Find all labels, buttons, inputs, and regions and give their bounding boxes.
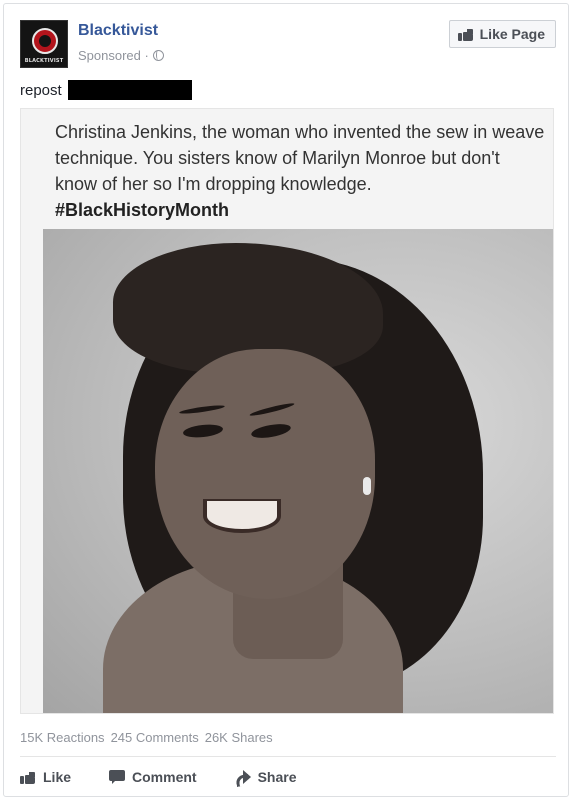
comment-icon <box>109 770 126 784</box>
image-quote: Christina Jenkins, the woman who invente… <box>55 119 545 223</box>
comment-button[interactable]: Comment <box>109 766 197 788</box>
page-avatar[interactable]: BLACKTIVIST <box>20 20 68 68</box>
thumbs-up-icon <box>20 770 36 784</box>
page-name-link[interactable]: Blacktivist <box>78 22 158 40</box>
sponsored-post-card: BLACKTIVIST Blacktivist Sponsored · Like… <box>3 3 569 797</box>
sponsored-label[interactable]: Sponsored · <box>78 48 149 63</box>
like-page-label: Like Page <box>479 26 545 42</box>
like-page-button[interactable]: Like Page <box>448 20 556 48</box>
portrait-face <box>155 349 375 599</box>
share-label: Share <box>257 769 297 785</box>
actions-divider <box>20 756 556 757</box>
portrait-photo <box>43 229 553 713</box>
post-meta: Sponsored · <box>78 48 164 63</box>
like-label: Like <box>43 769 72 785</box>
caption-text: repost <box>20 81 62 99</box>
thumbs-up-icon <box>457 27 474 41</box>
portrait-smile <box>203 499 281 533</box>
post-caption: repost <box>20 80 192 100</box>
portrait-earring <box>363 477 371 495</box>
avatar-brand-text: BLACKTIVIST <box>24 58 64 64</box>
logo-mark-icon <box>32 28 58 54</box>
comments-count[interactable]: 245 Comments <box>111 730 199 745</box>
engagement-counts: 15K Reactions 245 Comments 26K Shares <box>20 730 273 745</box>
share-button[interactable]: Share <box>235 766 297 788</box>
quote-text: Christina Jenkins, the woman who invente… <box>55 122 545 194</box>
like-button[interactable]: Like <box>20 766 71 788</box>
globe-icon <box>152 50 164 61</box>
reactions-count[interactable]: 15K Reactions <box>20 730 105 745</box>
shares-count[interactable]: 26K Shares <box>205 730 273 745</box>
hashtag-text: #BlackHistoryMonth <box>55 200 230 220</box>
share-arrow-icon <box>235 770 251 784</box>
shared-image[interactable]: Christina Jenkins, the woman who invente… <box>20 108 554 714</box>
post-actions: Like Comment Share <box>20 766 297 788</box>
redaction-bar <box>67 80 192 100</box>
comment-label: Comment <box>132 769 197 785</box>
